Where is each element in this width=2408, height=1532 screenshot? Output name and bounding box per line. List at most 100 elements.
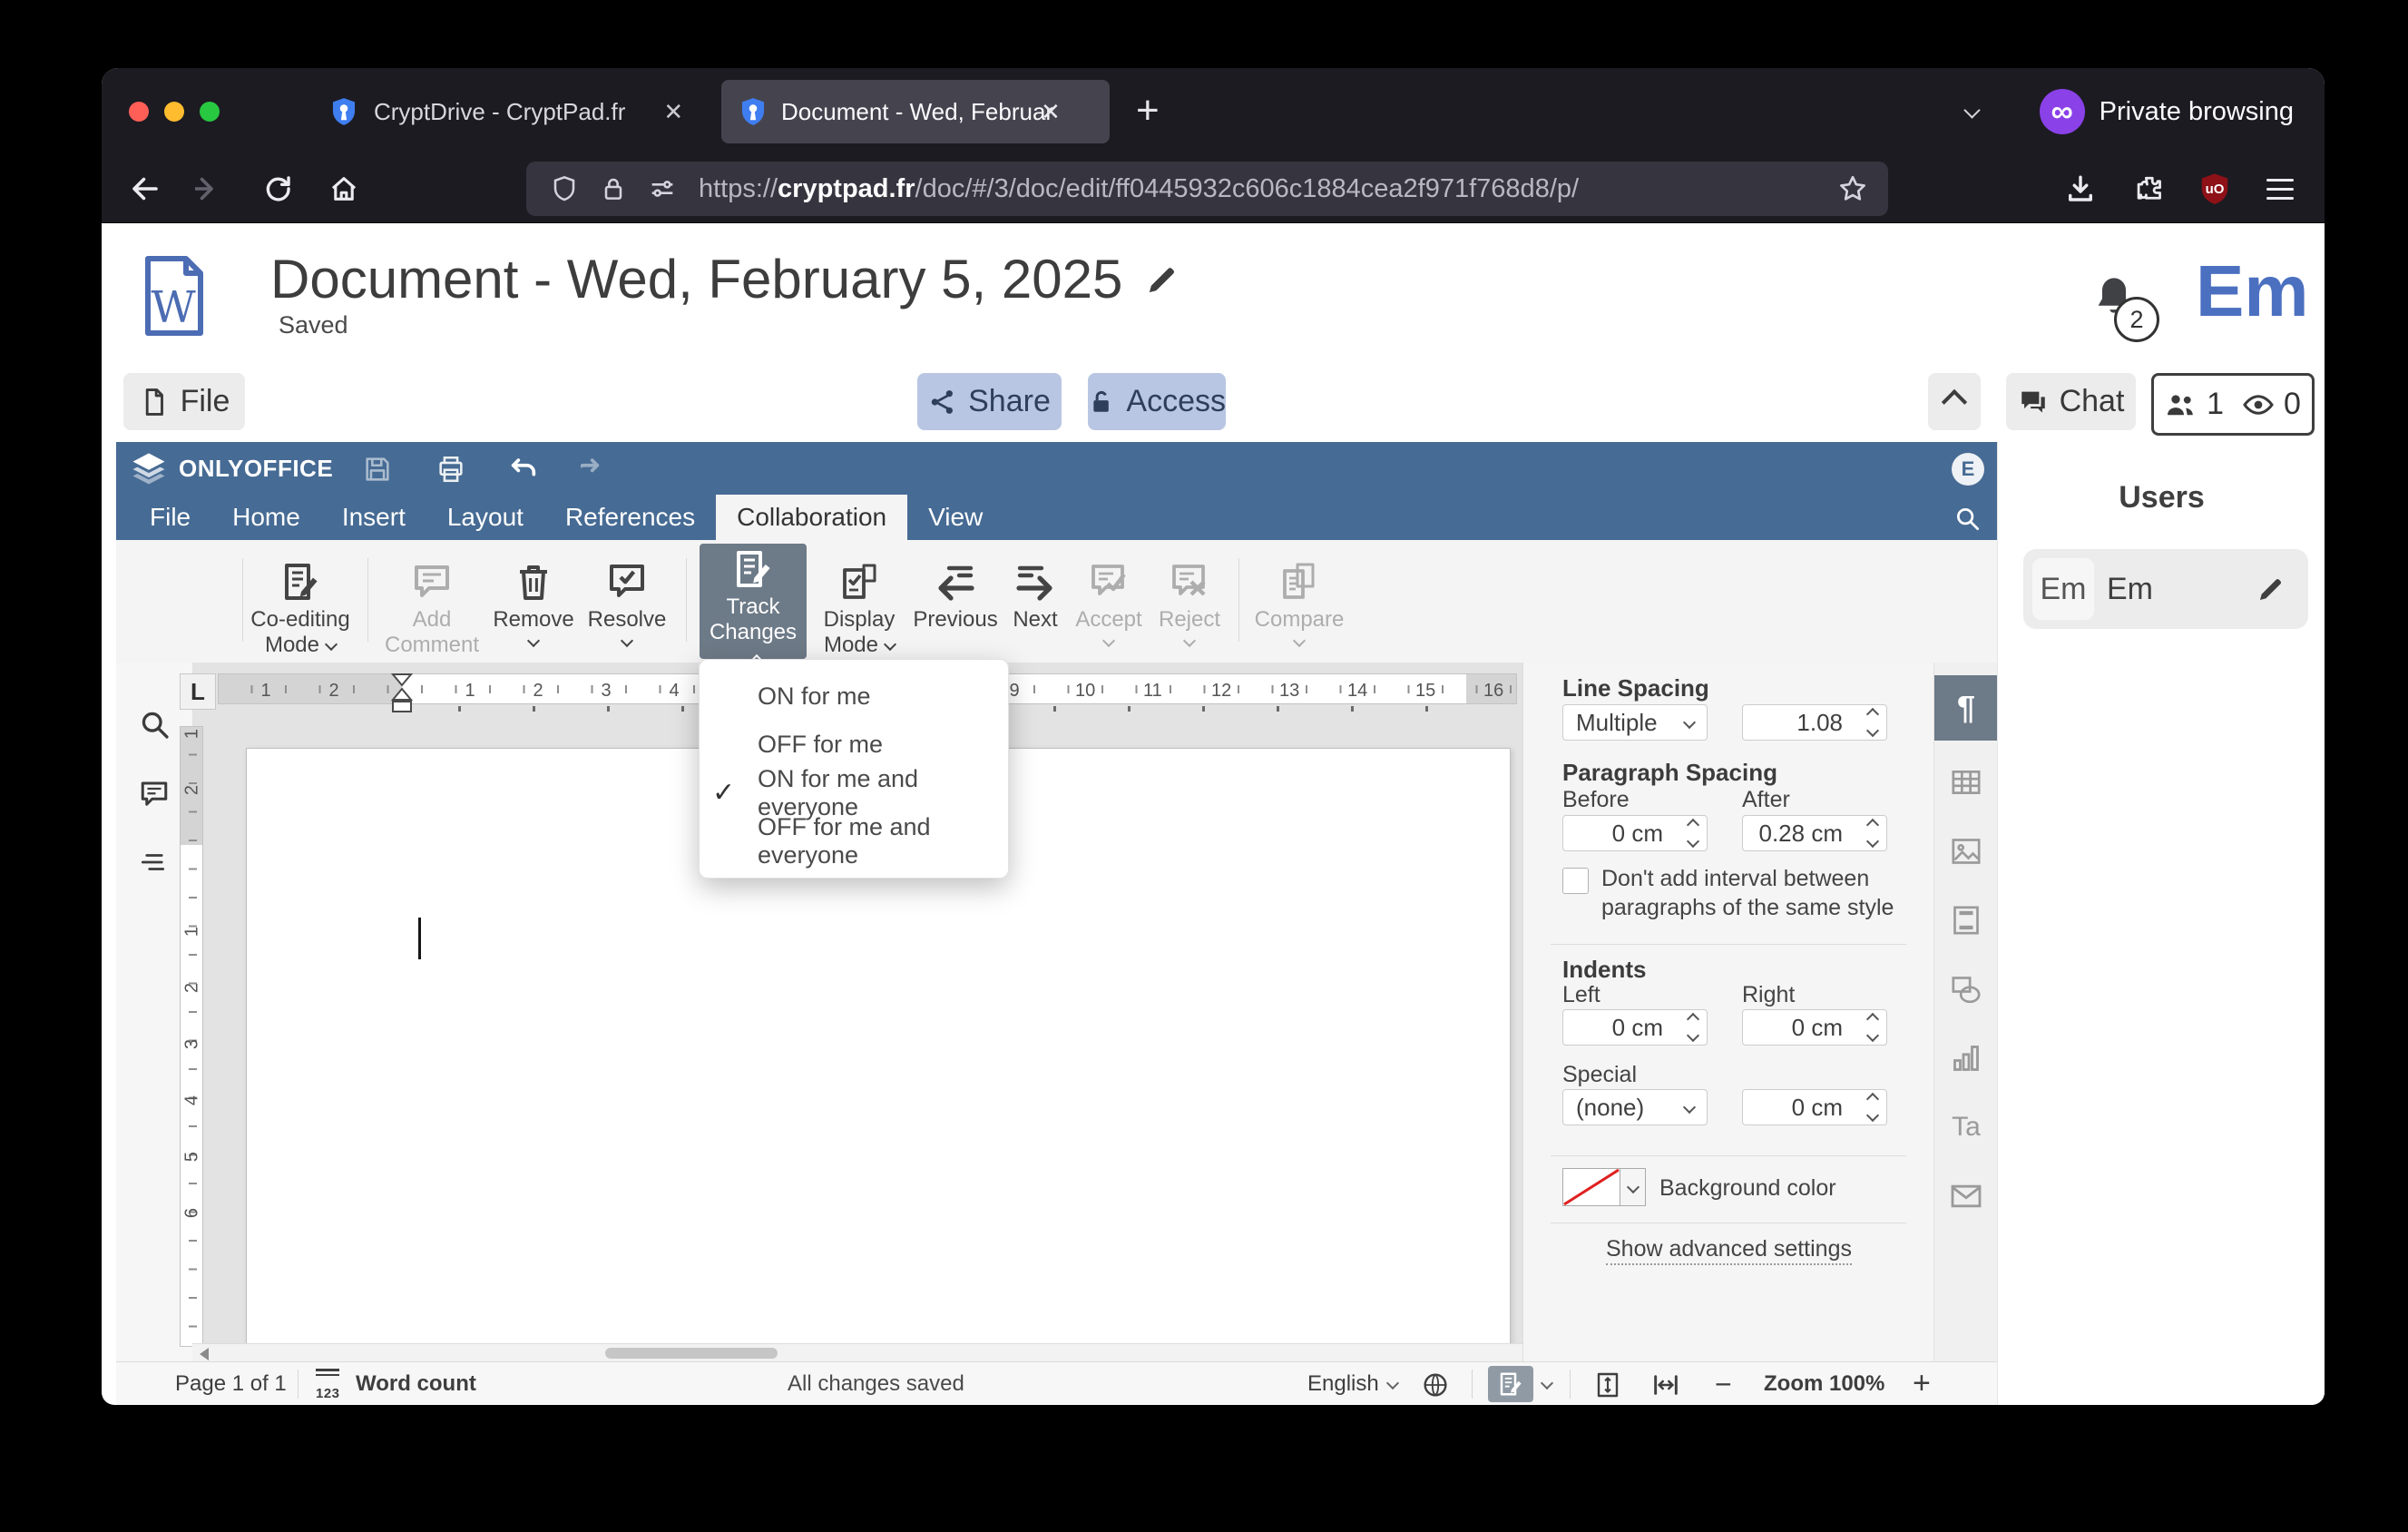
tab-collaboration[interactable]: Collaboration bbox=[716, 495, 908, 540]
chart-settings-tab[interactable] bbox=[1948, 1040, 1984, 1076]
tab-stop-selector[interactable]: L bbox=[180, 673, 216, 710]
reload-button[interactable] bbox=[256, 167, 299, 211]
compare-button[interactable]: Compare bbox=[1255, 544, 1344, 659]
reject-button[interactable]: Reject bbox=[1151, 544, 1228, 659]
tracking-protection-shield-icon[interactable] bbox=[550, 174, 579, 203]
menu-item-on-for-everyone[interactable]: ✓ ON for me and everyone bbox=[700, 765, 1008, 820]
zoom-in-button[interactable]: + bbox=[1913, 1366, 1931, 1401]
coediting-mode-button[interactable]: Co-editing Mode bbox=[248, 544, 353, 659]
zoom-out-button[interactable]: − bbox=[1715, 1368, 1732, 1401]
bookmark-star-icon[interactable] bbox=[1837, 173, 1868, 204]
track-changes-status-toggle[interactable] bbox=[1488, 1366, 1533, 1402]
h-scroll-thumb[interactable] bbox=[605, 1348, 778, 1359]
mail-merge-tab[interactable] bbox=[1948, 1178, 1984, 1214]
document-title[interactable]: Document - Wed, February 5, 2025 bbox=[270, 248, 1122, 310]
no-interval-checkbox[interactable] bbox=[1562, 868, 1589, 894]
tab-references[interactable]: References bbox=[544, 495, 716, 540]
share-button[interactable]: Share bbox=[917, 373, 1062, 430]
rename-pencil-icon[interactable] bbox=[1144, 261, 1180, 298]
indent-left-stepper[interactable]: 0 cm bbox=[1562, 1009, 1708, 1046]
tab-view[interactable]: View bbox=[907, 495, 1003, 540]
navigation-panel-button[interactable] bbox=[136, 844, 172, 880]
back-button[interactable] bbox=[123, 167, 167, 211]
background-color-dropdown[interactable] bbox=[1620, 1168, 1646, 1206]
shape-settings-tab[interactable] bbox=[1948, 971, 1984, 1007]
chat-button[interactable]: Chat bbox=[2006, 373, 2136, 430]
indent-right-stepper[interactable]: 0 cm bbox=[1742, 1009, 1887, 1046]
user-list-item[interactable]: Em Em bbox=[2023, 549, 2308, 629]
downloads-button[interactable] bbox=[2059, 167, 2102, 211]
notifications-bell[interactable]: 2 bbox=[2090, 273, 2159, 342]
new-tab-button[interactable]: + bbox=[1136, 88, 1160, 133]
ublock-origin-button[interactable]: uO bbox=[2193, 167, 2237, 211]
language-selector[interactable]: English bbox=[1307, 1371, 1399, 1397]
window-close-button[interactable] bbox=[129, 102, 149, 122]
scroll-left-arrow-icon[interactable] bbox=[200, 1348, 209, 1360]
fit-page-button[interactable] bbox=[1591, 1369, 1624, 1401]
special-stepper[interactable]: 0 cm bbox=[1742, 1089, 1887, 1125]
menu-item-off-for-me[interactable]: OFF for me bbox=[700, 721, 1008, 769]
edit-name-pencil-icon[interactable] bbox=[2256, 574, 2286, 604]
tab-layout[interactable]: Layout bbox=[426, 495, 544, 540]
tab-close-icon[interactable]: ✕ bbox=[1041, 98, 1061, 126]
spacing-after-stepper[interactable]: 0.28 cm bbox=[1742, 815, 1887, 851]
redo-button[interactable] bbox=[578, 451, 614, 487]
fit-width-button[interactable] bbox=[1649, 1369, 1682, 1401]
v-ruler[interactable]: 2 1 1 2 3 4 5 6 bbox=[180, 726, 203, 1347]
advanced-settings-link[interactable]: Show advanced settings bbox=[1523, 1236, 1934, 1265]
tab-file[interactable]: File bbox=[129, 495, 211, 540]
https-lock-icon[interactable] bbox=[599, 174, 628, 203]
textart-settings-tab[interactable]: Ta bbox=[1948, 1109, 1984, 1145]
menu-item-off-for-everyone[interactable]: OFF for me and everyone bbox=[700, 813, 1008, 869]
undo-button[interactable] bbox=[505, 451, 542, 487]
tab-cryptdrive[interactable]: CryptDrive - CryptPad.fr ✕ bbox=[328, 80, 710, 143]
access-button[interactable]: Access bbox=[1088, 373, 1226, 430]
url-bar[interactable]: https://cryptpad.fr/doc/#/3/doc/edit/ff0… bbox=[526, 162, 1888, 216]
file-menu-button[interactable]: File bbox=[123, 373, 245, 430]
comments-panel-button[interactable] bbox=[136, 776, 172, 812]
table-settings-tab[interactable] bbox=[1948, 764, 1984, 800]
permissions-icon[interactable] bbox=[648, 174, 677, 203]
collaborator-avatar[interactable]: E bbox=[1952, 453, 1984, 486]
accept-button[interactable]: Accept bbox=[1071, 544, 1147, 659]
previous-change-button[interactable]: Previous bbox=[912, 544, 999, 659]
header-footer-settings-tab[interactable] bbox=[1948, 902, 1984, 938]
display-mode-button[interactable]: Display Mode bbox=[811, 544, 907, 659]
save-button[interactable] bbox=[359, 451, 396, 487]
spacing-before-stepper[interactable]: 0 cm bbox=[1562, 815, 1708, 851]
word-count-icon[interactable]: 123 bbox=[316, 1366, 347, 1404]
spellcheck-globe-icon[interactable] bbox=[1419, 1369, 1452, 1401]
paragraph-settings-tab[interactable]: ¶ bbox=[1934, 675, 1997, 741]
remove-button[interactable]: Remove bbox=[492, 544, 575, 659]
add-comment-button[interactable]: Add Comment bbox=[382, 544, 482, 659]
collapse-toolbar-button[interactable] bbox=[1928, 373, 1981, 430]
editor-search-icon[interactable] bbox=[1950, 501, 1984, 535]
indent-marker[interactable] bbox=[390, 673, 414, 714]
forward-button[interactable] bbox=[190, 167, 233, 211]
menu-item-on-for-me[interactable]: ON for me bbox=[700, 673, 1008, 721]
home-button[interactable] bbox=[322, 167, 366, 211]
next-change-button[interactable]: Next bbox=[1005, 544, 1065, 659]
tab-close-icon[interactable]: ✕ bbox=[663, 98, 683, 126]
image-settings-tab[interactable] bbox=[1948, 833, 1984, 869]
app-menu-hamburger-button[interactable] bbox=[2258, 167, 2302, 211]
line-spacing-stepper[interactable]: 1.08 bbox=[1742, 704, 1887, 741]
tab-document-active[interactable]: Document - Wed, February 5, 2025 ✕ bbox=[721, 80, 1110, 143]
window-zoom-button[interactable] bbox=[200, 102, 220, 122]
background-color-swatch[interactable] bbox=[1562, 1168, 1620, 1206]
extensions-puzzle-button[interactable] bbox=[2127, 167, 2170, 211]
track-changes-button[interactable]: Track Changes bbox=[700, 544, 807, 668]
resolve-button[interactable]: Resolve bbox=[585, 544, 669, 659]
tab-overflow-chevron-icon[interactable] bbox=[1963, 102, 1981, 119]
tab-home[interactable]: Home bbox=[211, 495, 321, 540]
word-count-label[interactable]: Word count bbox=[356, 1371, 476, 1397]
tab-insert[interactable]: Insert bbox=[321, 495, 426, 540]
track-changes-status-chevron[interactable] bbox=[1540, 1376, 1554, 1390]
window-minimize-button[interactable] bbox=[164, 102, 184, 122]
print-button[interactable] bbox=[433, 451, 469, 487]
special-select[interactable]: (none) bbox=[1562, 1089, 1708, 1125]
find-search-button[interactable] bbox=[136, 706, 172, 742]
presence-counter[interactable]: 1 0 bbox=[2151, 373, 2315, 436]
line-spacing-select[interactable]: Multiple bbox=[1562, 704, 1708, 741]
account-avatar[interactable]: Em bbox=[2196, 250, 2309, 333]
